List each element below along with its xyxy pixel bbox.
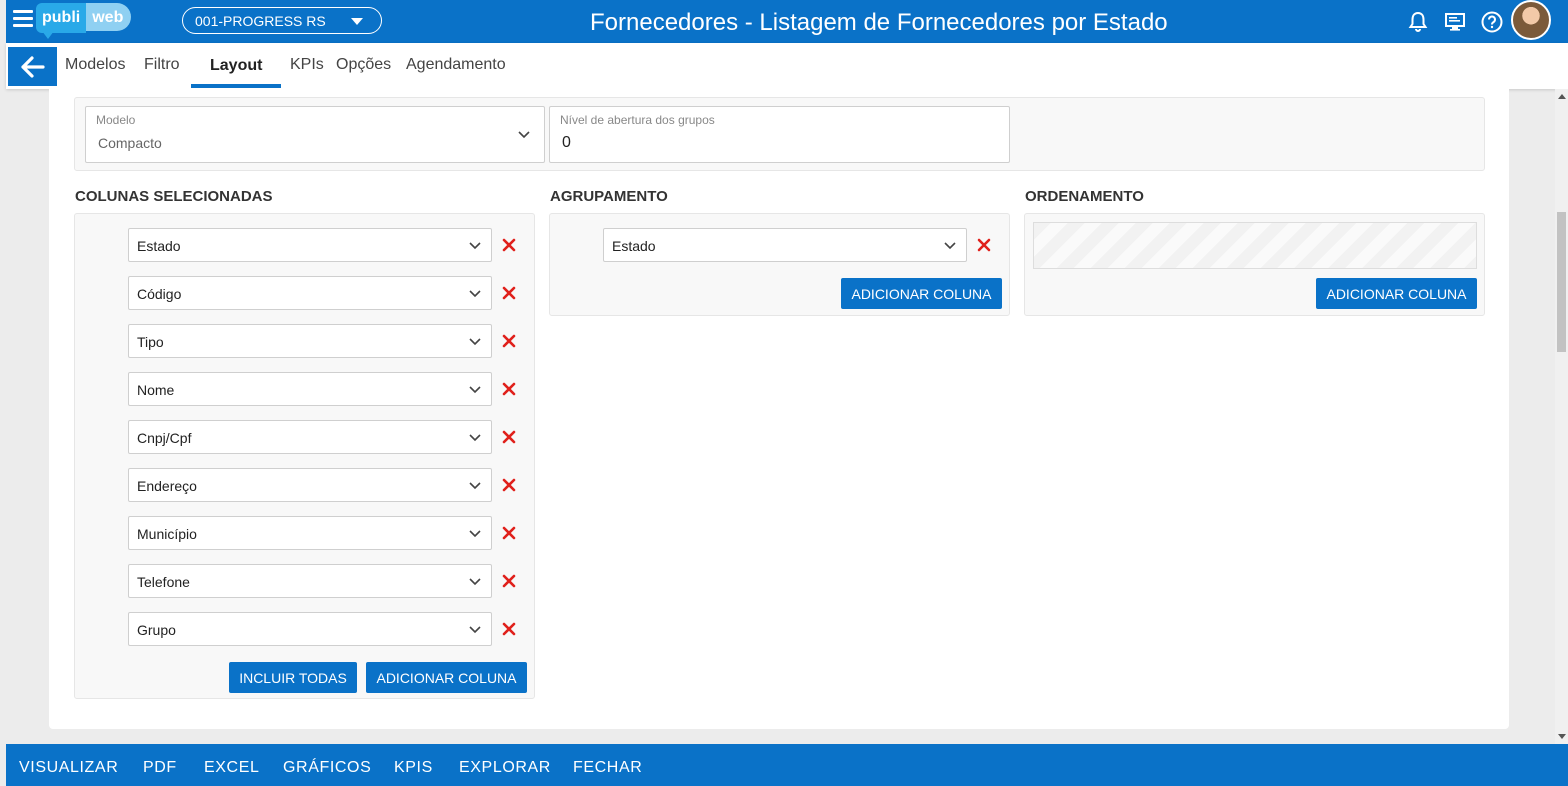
scrollbar-track[interactable]	[1555, 89, 1568, 744]
user-avatar[interactable]	[1511, 0, 1551, 40]
remove-icon[interactable]	[502, 430, 516, 444]
bell-icon[interactable]	[1406, 10, 1430, 34]
excel-button[interactable]: EXCEL	[204, 759, 259, 777]
group-level-input[interactable]: Nível de abertura dos grupos 0	[549, 106, 1010, 163]
grouping-add-column-button[interactable]: ADICIONAR COLUNA	[841, 278, 1002, 309]
selected-column-select[interactable]: Endereço	[128, 468, 492, 502]
chevron-down-icon	[469, 578, 481, 586]
remove-icon[interactable]	[502, 526, 516, 540]
chevron-down-icon	[351, 18, 363, 25]
chevron-down-icon	[469, 530, 481, 538]
selected-column-select[interactable]: Estado	[128, 228, 492, 262]
logo-right-text: web	[86, 3, 132, 31]
selected-column-select[interactable]: Cnpj/Cpf	[128, 420, 492, 454]
column-name: Endereço	[137, 478, 197, 494]
chevron-down-icon	[944, 242, 956, 250]
remove-icon[interactable]	[502, 574, 516, 588]
remove-icon[interactable]	[502, 478, 516, 492]
column-name: Código	[137, 286, 182, 302]
column-name: Estado	[137, 238, 181, 254]
chevron-down-icon	[518, 131, 530, 139]
help-icon[interactable]	[1480, 10, 1504, 34]
layout-panel: Modelo Compacto Nível de abertura dos gr…	[49, 89, 1509, 729]
column-name: Município	[137, 526, 197, 542]
chevron-down-icon	[469, 242, 481, 250]
back-button[interactable]	[8, 47, 57, 86]
model-label: Modelo	[96, 113, 136, 127]
remove-icon[interactable]	[502, 334, 516, 348]
selected-column-select[interactable]: Telefone	[128, 564, 492, 598]
top-bar: publi web 001-PROGRESS RS Fornecedores -…	[6, 0, 1568, 43]
tab-kpis[interactable]: KPIs	[290, 56, 324, 74]
column-name: Cnpj/Cpf	[137, 430, 192, 446]
selected-column-select[interactable]: Município	[128, 516, 492, 550]
model-settings: Modelo Compacto Nível de abertura dos gr…	[74, 97, 1485, 171]
column-name: Tipo	[137, 334, 164, 350]
column-name: Nome	[137, 382, 175, 398]
model-value: Compacto	[98, 135, 162, 151]
selected-column-select[interactable]: Código	[128, 276, 492, 310]
company-selector[interactable]: 001-PROGRESS RS	[182, 7, 382, 34]
chevron-down-icon	[469, 626, 481, 634]
selected-columns-panel: Estado Código Tipo Nome Cnpj/Cpf Endereço Muni…	[74, 213, 535, 699]
tab-layout[interactable]: Layout	[210, 57, 262, 75]
bottom-action-bar: VISUALIZAR PDF EXCEL GRÁFICOS KPIS EXPLO…	[6, 744, 1568, 786]
selected-column-select[interactable]: Grupo	[128, 612, 492, 646]
column-name: Telefone	[137, 574, 190, 590]
chevron-down-icon	[469, 338, 481, 346]
grouping-title: AGRUPAMENTO	[550, 188, 668, 205]
visualizar-button[interactable]: VISUALIZAR	[19, 759, 118, 777]
remove-icon[interactable]	[502, 238, 516, 252]
tab-agendamento[interactable]: Agendamento	[406, 56, 506, 74]
selected-column-select[interactable]: Nome	[128, 372, 492, 406]
scrollbar-thumb[interactable]	[1557, 212, 1566, 352]
grouping-panel: Estado ADICIONAR COLUNA	[549, 213, 1010, 316]
logo-left-text: publi	[36, 3, 87, 33]
model-select[interactable]: Modelo Compacto	[85, 106, 545, 163]
kpis-button[interactable]: KPIS	[394, 759, 433, 777]
ordering-drop-zone[interactable]	[1033, 222, 1477, 269]
tab-modelos[interactable]: Modelos	[65, 56, 125, 74]
arrow-left-icon	[21, 56, 45, 78]
scroll-up-icon[interactable]	[1558, 94, 1566, 99]
selected-column-select[interactable]: Tipo	[128, 324, 492, 358]
tab-bar: Modelos Filtro Layout KPIs Opções Agenda…	[6, 43, 1568, 89]
monitor-icon[interactable]	[1443, 10, 1467, 34]
graficos-button[interactable]: GRÁFICOS	[283, 759, 371, 777]
group-level-label: Nível de abertura dos grupos	[560, 113, 715, 127]
chevron-down-icon	[469, 482, 481, 490]
tab-filtro[interactable]: Filtro	[144, 56, 180, 74]
remove-icon[interactable]	[502, 286, 516, 300]
fechar-button[interactable]: FECHAR	[573, 759, 642, 777]
remove-icon[interactable]	[502, 622, 516, 636]
pdf-button[interactable]: PDF	[143, 759, 177, 777]
company-name: 001-PROGRESS RS	[195, 13, 326, 29]
column-name: Estado	[612, 238, 656, 254]
ordering-add-column-button[interactable]: ADICIONAR COLUNA	[1316, 278, 1477, 309]
column-name: Grupo	[137, 622, 176, 638]
active-tab-indicator	[191, 84, 281, 88]
group-level-value: 0	[562, 134, 571, 151]
include-all-button[interactable]: INCLUIR TODAS	[229, 662, 357, 693]
publiweb-logo[interactable]: publi web	[36, 3, 132, 39]
chevron-down-icon	[469, 386, 481, 394]
ordering-panel: ADICIONAR COLUNA	[1024, 213, 1485, 316]
add-column-button[interactable]: ADICIONAR COLUNA	[366, 662, 527, 693]
tab-opcoes[interactable]: Opções	[336, 56, 391, 74]
grouping-column-select[interactable]: Estado	[603, 228, 967, 262]
explorar-button[interactable]: EXPLORAR	[459, 759, 551, 777]
remove-icon[interactable]	[502, 382, 516, 396]
remove-icon[interactable]	[977, 238, 991, 252]
ordering-title: ORDENAMENTO	[1025, 188, 1144, 205]
chevron-down-icon	[469, 434, 481, 442]
page-title: Fornecedores - Listagem de Fornecedores …	[590, 9, 1168, 36]
scroll-down-icon[interactable]	[1558, 734, 1566, 739]
menu-icon[interactable]	[13, 10, 33, 30]
chevron-down-icon	[469, 290, 481, 298]
selected-columns-title: COLUNAS SELECIONADAS	[75, 188, 273, 205]
